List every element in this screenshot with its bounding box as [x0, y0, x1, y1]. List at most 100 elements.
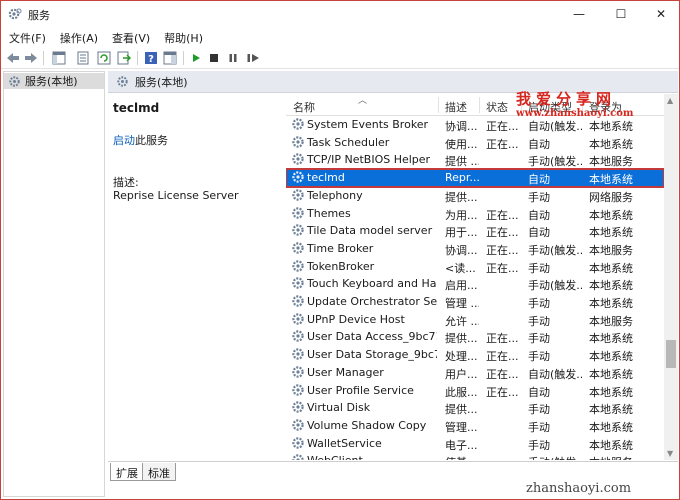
service-startup-type: 手动 [528, 438, 550, 452]
service-logon-as: 本地系统 [589, 403, 633, 417]
restart-service-icon[interactable] [245, 50, 261, 66]
service-description: 使基... [445, 454, 479, 460]
service-title: teclmd [113, 101, 160, 115]
menu-file[interactable]: 文件(F) [1, 27, 52, 47]
table-row[interactable]: User Data Access_9bc71ef 提供... 正在... 手动 本地系统 [286, 328, 664, 346]
refresh-icon[interactable] [96, 50, 112, 66]
service-description: 启用... [445, 279, 478, 293]
service-status: 正在... [486, 367, 519, 381]
table-row[interactable]: Time Broker 协调... 正在... 手动(触发... 本地服务 [286, 240, 664, 258]
maximize-button[interactable]: ☐ [601, 1, 641, 27]
service-startup-type: 自动 [528, 137, 550, 151]
watermark-chinese: 我爱分享网 [516, 90, 617, 108]
table-row-selected[interactable]: teclmd Repr... 自动 本地系统 [286, 168, 664, 189]
back-arrow-icon[interactable] [5, 50, 21, 66]
service-gear-icon [292, 259, 304, 272]
menu-help[interactable]: 帮助(H) [156, 27, 209, 47]
start-service-line: 启动此服务 [113, 132, 168, 148]
service-description: 提供... [445, 403, 478, 417]
menu-view[interactable]: 查看(V) [104, 27, 156, 47]
service-name: teclmd [307, 171, 345, 185]
service-startup-type: 手动 [528, 314, 550, 328]
scroll-down-icon[interactable]: ▼ [667, 449, 673, 458]
table-row[interactable]: Volume Shadow Copy 管理... 手动 本地系统 [286, 417, 664, 435]
minimize-button[interactable]: — [559, 1, 599, 27]
service-gear-icon [292, 312, 304, 325]
table-row[interactable]: User Manager 用户... 正在... 自动(触发... 本地系统 [286, 364, 664, 382]
table-row[interactable]: TCP/IP NetBIOS Helper 提供 ... 手动(触发... 本地服务 [286, 151, 664, 169]
service-gear-icon [292, 171, 304, 183]
table-row[interactable]: Touch Keyboard and Hand... 启用... 手动(触发... 本… [286, 275, 664, 293]
services-window: 服务 — ☐ ✕ 文件(F) 操作(A) 查看(V) 帮助(H) ? 服务(本地… [0, 0, 680, 500]
menu-action[interactable]: 操作(A) [52, 27, 104, 47]
start-service-icon[interactable] [188, 50, 204, 66]
service-description: 处理... [445, 350, 478, 364]
title-bar[interactable]: 服务 — ☐ ✕ [1, 1, 679, 27]
service-description: 允许 ... [445, 314, 479, 328]
table-row[interactable]: WebClient 使基... 手动(触发... 本地服务 [286, 452, 664, 460]
table-row[interactable]: Virtual Disk 提供... 手动 本地系统 [286, 399, 664, 417]
tab-extended[interactable]: 扩展 [110, 463, 144, 481]
column-header-name[interactable]: 名称 [293, 99, 315, 115]
service-gear-icon [292, 242, 304, 254]
service-description: 管理 ... [445, 297, 479, 310]
service-logon-as: 本地服务 [589, 155, 633, 169]
menu-bar: 文件(F) 操作(A) 查看(V) 帮助(H) [1, 27, 679, 47]
column-header-description[interactable]: 描述 [445, 99, 467, 115]
column-divider[interactable] [438, 97, 439, 113]
console-view-icon[interactable] [51, 50, 67, 66]
service-logon-as: 本地系统 [589, 137, 633, 151]
service-name: User Manager [307, 365, 384, 379]
stop-service-icon[interactable] [206, 50, 222, 66]
column-header-status[interactable]: 状态 [486, 99, 508, 115]
details-pane-icon[interactable] [162, 50, 178, 66]
service-startup-type: 自动 [528, 385, 550, 399]
service-startup-type: 手动(触发... [528, 155, 582, 169]
table-row[interactable]: User Data Storage_9bc71ef 处理... 正在... 手动 本地系… [286, 346, 664, 364]
properties-icon[interactable] [75, 50, 91, 66]
service-description: 用户... [445, 367, 478, 381]
service-name: Volume Shadow Copy [307, 418, 427, 432]
pause-service-icon[interactable] [225, 50, 241, 66]
service-name: WebClient [307, 454, 437, 460]
table-row[interactable]: Tile Data model server 用于... 正在... 自动 本地系统 [286, 222, 664, 240]
services-gear-icon [8, 8, 22, 20]
column-divider[interactable] [479, 97, 480, 113]
service-name: Touch Keyboard and Hand... [307, 277, 437, 291]
scrollbar-thumb[interactable] [666, 340, 676, 368]
table-row[interactable]: Telephony 提供... 手动 网络服务 [286, 187, 664, 205]
tab-standard[interactable]: 标准 [142, 463, 176, 481]
vertical-scrollbar[interactable]: ▲ ▼ [664, 94, 678, 460]
table-row[interactable]: User Profile Service 此服... 正在... 自动 本地系统 [286, 382, 664, 400]
close-button[interactable]: ✕ [641, 1, 680, 27]
scroll-up-icon[interactable]: ▲ [667, 96, 673, 105]
service-logon-as: 本地系统 [589, 297, 633, 310]
export-icon[interactable] [116, 50, 132, 66]
service-gear-icon [292, 454, 304, 460]
service-startup-type: 手动(触发... [528, 243, 582, 257]
service-logon-as: 本地系统 [589, 350, 633, 364]
table-row[interactable]: UPnP Device Host 允许 ... 手动 本地服务 [286, 311, 664, 329]
start-service-link[interactable]: 启动 [113, 134, 135, 147]
tree-node-services-local[interactable]: 服务(本地) [4, 73, 104, 89]
service-name: User Profile Service [307, 383, 414, 397]
service-startup-type: 手动(触发... [528, 279, 582, 293]
table-row[interactable]: Task Scheduler 使用... 正在... 自动 本地系统 [286, 134, 664, 152]
description-pane: teclmd 启动此服务 描述: Reprise License Server [108, 94, 286, 460]
service-name: Tile Data model server [307, 224, 433, 238]
table-row[interactable]: WalletService 电子... 手动 本地系统 [286, 435, 664, 453]
service-status: 正在... [486, 243, 519, 257]
service-startup-type: 手动(触发... [528, 454, 582, 460]
table-row[interactable]: Update Orchestrator Service 管理 ... 手动 本地系统 [286, 293, 664, 311]
table-row[interactable]: Themes 为用... 正在... 自动 本地系统 [286, 205, 664, 223]
service-startup-type: 自动(触发... [528, 120, 582, 133]
service-startup-type: 手动 [528, 261, 550, 275]
table-row[interactable]: TokenBroker <读... 正在... 手动 本地系统 [286, 258, 664, 276]
service-name: TCP/IP NetBIOS Helper [307, 153, 431, 167]
service-startup-type: 手动 [528, 420, 550, 434]
service-logon-as: 本地服务 [589, 314, 633, 328]
forward-arrow-icon[interactable] [23, 50, 39, 66]
service-description: 提供... [445, 190, 478, 204]
service-status: 正在... [486, 120, 519, 133]
help-icon[interactable]: ? [143, 50, 159, 66]
